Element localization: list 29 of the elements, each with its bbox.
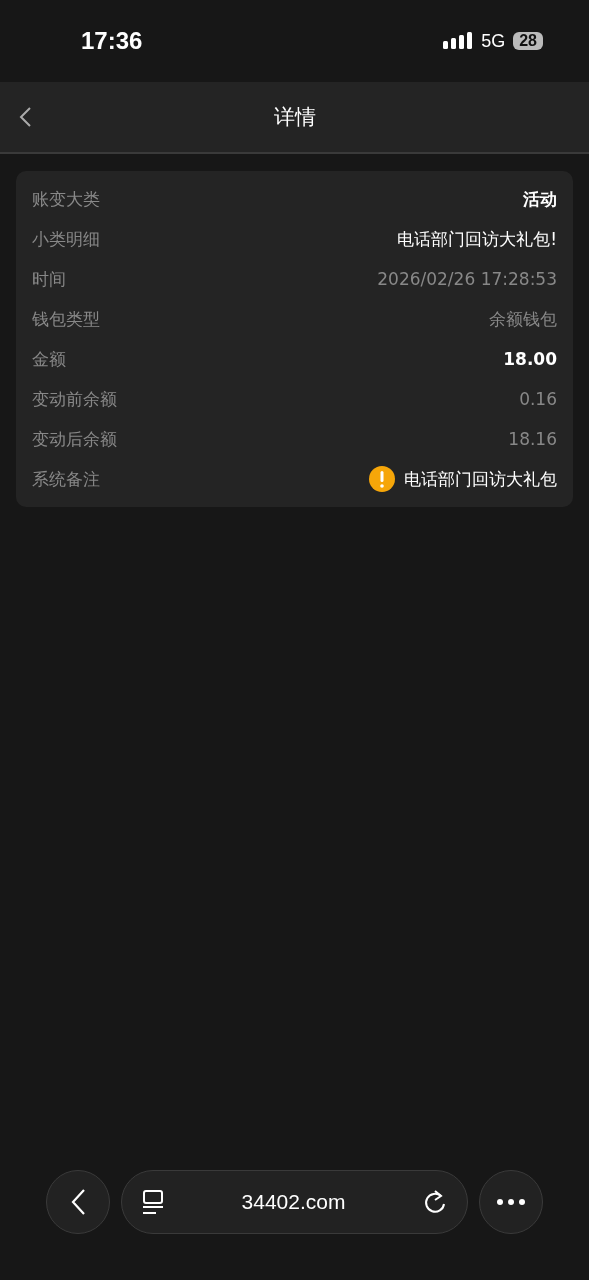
clock-time: 17:36 bbox=[81, 27, 143, 55]
tabs-icon[interactable] bbox=[142, 1189, 164, 1215]
field-value: 余额钱包 bbox=[489, 307, 557, 331]
field-label: 账变大类 bbox=[32, 187, 100, 211]
page-title: 详情 bbox=[273, 104, 316, 131]
field-label: 金额 bbox=[32, 347, 66, 371]
field-label: 系统备注 bbox=[32, 467, 100, 491]
back-icon bbox=[70, 1188, 86, 1216]
url-text: 34402.com bbox=[241, 1190, 346, 1214]
field-value: 2026/02/26 17:28:53 bbox=[377, 269, 557, 289]
field-label: 钱包类型 bbox=[32, 307, 100, 331]
back-icon[interactable] bbox=[18, 106, 32, 128]
field-label: 变动前余额 bbox=[32, 387, 117, 411]
field-value: 18.00 bbox=[503, 349, 557, 369]
field-value: 活动 bbox=[523, 187, 557, 211]
field-label: 时间 bbox=[32, 267, 66, 291]
reload-icon[interactable] bbox=[423, 1189, 447, 1215]
field-value: 电话部门回访大礼包! bbox=[397, 227, 557, 251]
signal-icon bbox=[443, 31, 474, 51]
field-value: 电话部门回访大礼包 bbox=[404, 467, 557, 491]
field-value: 18.16 bbox=[508, 429, 557, 449]
network-label: 5G bbox=[481, 30, 506, 52]
field-value: 0.16 bbox=[519, 389, 557, 409]
more-icon bbox=[496, 1198, 526, 1206]
address-bar[interactable]: 34402.com bbox=[121, 1170, 468, 1234]
battery-indicator: 28 bbox=[513, 32, 543, 50]
field-label: 变动后余额 bbox=[32, 427, 117, 451]
field-label: 小类明细 bbox=[32, 227, 100, 251]
warning-icon bbox=[368, 465, 396, 493]
